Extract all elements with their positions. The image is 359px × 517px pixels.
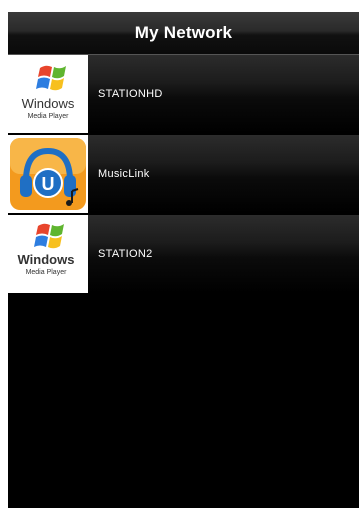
device-name: STATIONHD bbox=[98, 88, 163, 100]
page-title: My Network bbox=[134, 23, 233, 42]
windows-media-player-icon: Windows Media Player bbox=[8, 215, 88, 293]
device-name: MusicLink bbox=[98, 168, 150, 180]
title-bar: My Network bbox=[8, 12, 359, 55]
device-item-station2[interactable]: Windows Media Player STATION2 bbox=[8, 215, 359, 295]
wmp-logo-text: Windows bbox=[18, 252, 75, 267]
my-network-screen: My Network Windows Media Player STATIONH… bbox=[8, 12, 359, 508]
wmp-logo-subtext: Media Player bbox=[26, 269, 68, 276]
device-list: Windows Media Player STATIONHD U MusicLi… bbox=[8, 55, 359, 295]
device-item-stationhd[interactable]: Windows Media Player STATIONHD bbox=[8, 55, 359, 135]
windows-media-player-icon: Windows Media Player bbox=[8, 55, 88, 133]
musiclink-headphones-icon: U bbox=[8, 135, 88, 213]
wmp-logo-text: Windows bbox=[22, 96, 75, 111]
wmp-logo-subtext: Media Player bbox=[28, 113, 70, 120]
device-item-musiclink[interactable]: U MusicLink bbox=[8, 135, 359, 215]
musiclink-logo-letter: U bbox=[42, 174, 55, 194]
device-name: STATION2 bbox=[98, 248, 153, 260]
